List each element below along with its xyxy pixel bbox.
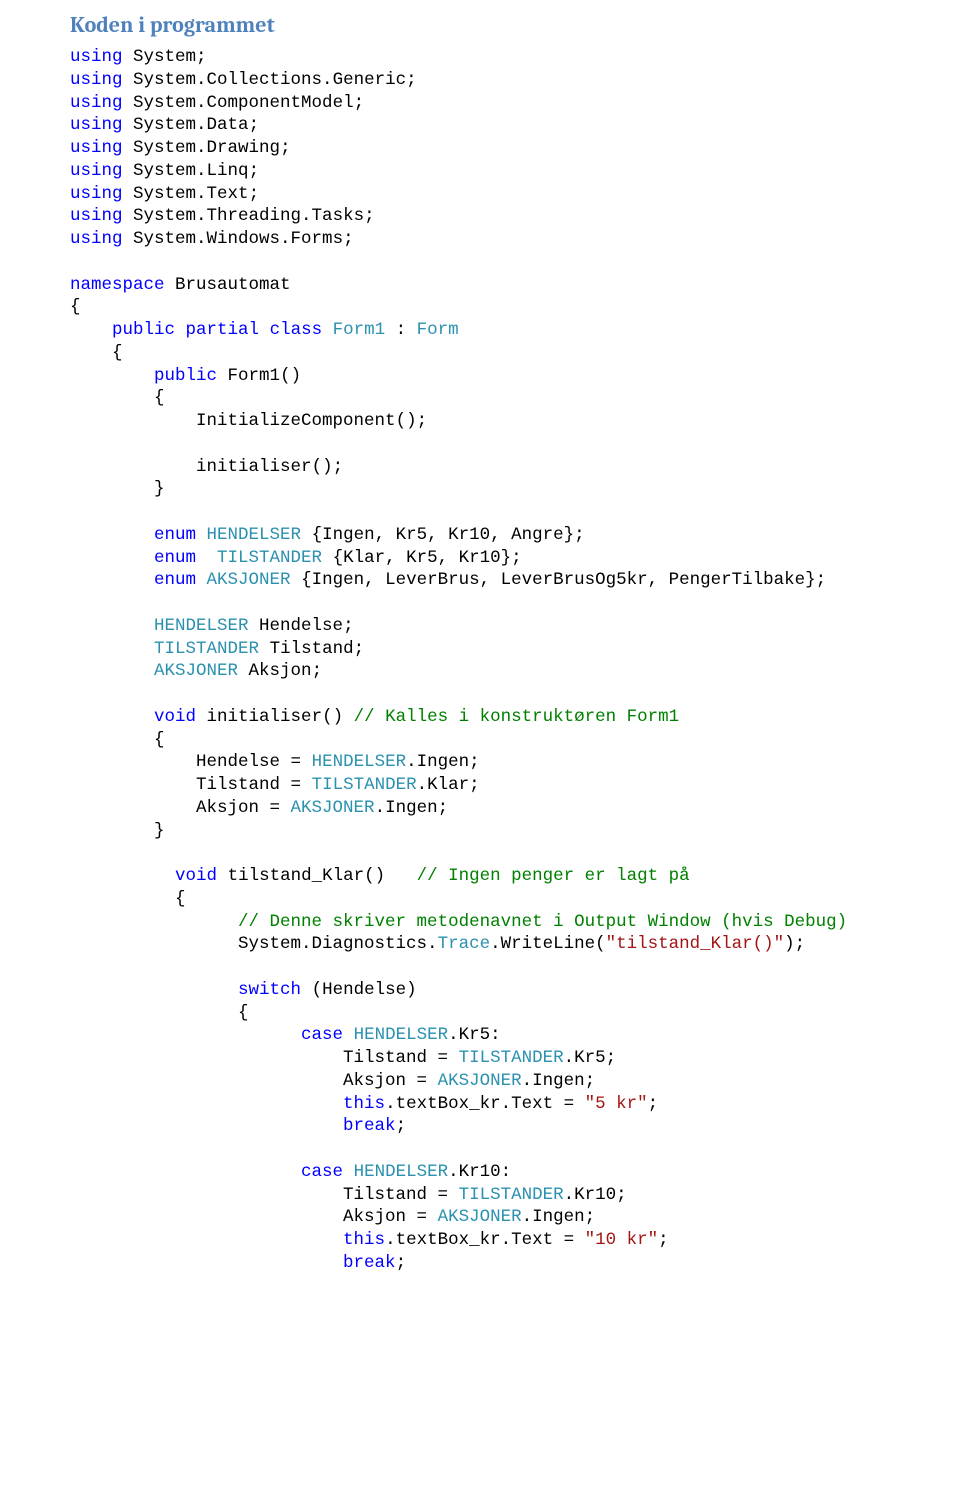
switch-var: (Hendelse) bbox=[312, 980, 417, 1000]
enum-aksjoner-members: {Ingen, LeverBrus, LeverBrusOg5kr, Penge… bbox=[301, 570, 816, 590]
ns6: System.Text bbox=[133, 184, 249, 204]
ns7: System.Threading.Tasks bbox=[133, 206, 364, 226]
kw-enum: enum bbox=[154, 570, 196, 590]
c1l2b: .Ingen; bbox=[522, 1071, 596, 1091]
initialiser-fn: initialiser bbox=[207, 707, 323, 727]
kw-using: using bbox=[70, 115, 123, 135]
c2l1b: .Kr10; bbox=[564, 1185, 627, 1205]
namespace-name: Brusautomat bbox=[175, 275, 291, 295]
ns0: System bbox=[133, 47, 196, 67]
trace-p1: System.Diagnostics. bbox=[238, 934, 438, 954]
base-class: Form bbox=[417, 320, 459, 340]
assign-left: Tilstand = bbox=[196, 775, 312, 795]
c2l2a: Aksjon = bbox=[343, 1207, 438, 1227]
field-name: Aksjon bbox=[249, 661, 312, 681]
enum-hendelser: HENDELSER bbox=[207, 525, 302, 545]
kw-using: using bbox=[70, 93, 123, 113]
kw-using: using bbox=[70, 70, 123, 90]
kw-enum: enum bbox=[154, 548, 196, 568]
comment-debug: // Denne skriver metodenavnet i Output W… bbox=[238, 912, 847, 932]
enum-tilstander: TILSTANDER bbox=[217, 548, 322, 568]
assign-left: Aksjon = bbox=[196, 798, 291, 818]
c2l1a: Tilstand = bbox=[343, 1185, 459, 1205]
initialiser-call: initialiser bbox=[196, 457, 312, 477]
trace-p4: ); bbox=[784, 934, 805, 954]
kw-public: public bbox=[112, 320, 175, 340]
enum-tilstander-members: {Klar, Kr5, Kr10} bbox=[333, 548, 512, 568]
c1l1t: TILSTANDER bbox=[459, 1048, 564, 1068]
kw-namespace: namespace bbox=[70, 275, 165, 295]
field-name: Tilstand bbox=[270, 639, 354, 659]
field-type: AKSJONER bbox=[154, 661, 238, 681]
ns4: System.Drawing bbox=[133, 138, 280, 158]
ctor-name: Form1 bbox=[228, 366, 281, 386]
kw-using: using bbox=[70, 47, 123, 67]
assign-type: TILSTANDER bbox=[312, 775, 417, 795]
case-type: HENDELSER bbox=[354, 1162, 449, 1182]
kw-this: this bbox=[343, 1094, 385, 1114]
c1l2t: AKSJONER bbox=[438, 1071, 522, 1091]
trace-string: "tilstand_Klar()" bbox=[606, 934, 785, 954]
kw-void: void bbox=[175, 866, 217, 886]
field-name: Hendelse bbox=[259, 616, 343, 636]
kw-using: using bbox=[70, 161, 123, 181]
kw-using: using bbox=[70, 138, 123, 158]
c1l3s: "5 kr" bbox=[585, 1094, 648, 1114]
assign-right: .Ingen; bbox=[375, 798, 449, 818]
assign-left: Hendelse = bbox=[196, 752, 312, 772]
kw-enum: enum bbox=[154, 525, 196, 545]
ns3: System.Data bbox=[133, 115, 249, 135]
assign-type: HENDELSER bbox=[312, 752, 407, 772]
field-type: TILSTANDER bbox=[154, 639, 259, 659]
comment-ingen-penger: // Ingen penger er lagt på bbox=[417, 866, 690, 886]
kw-case: case bbox=[301, 1162, 343, 1182]
class-name: Form1 bbox=[333, 320, 386, 340]
kw-case: case bbox=[301, 1025, 343, 1045]
assign-right: .Ingen; bbox=[406, 752, 480, 772]
ns5: System.Linq bbox=[133, 161, 249, 181]
section-heading: Koden i programmet bbox=[70, 12, 890, 38]
tilstand-klar-fn: tilstand_Klar bbox=[228, 866, 365, 886]
enum-hendelser-members: {Ingen, Kr5, Kr10, Angre} bbox=[312, 525, 575, 545]
c1l2a: Aksjon = bbox=[343, 1071, 438, 1091]
kw-break: break bbox=[343, 1253, 396, 1273]
c2l3s: "10 kr" bbox=[585, 1230, 659, 1250]
case-member: .Kr5: bbox=[448, 1025, 501, 1045]
kw-partial: partial bbox=[186, 320, 260, 340]
comment-ctor: // Kalles i konstruktøren Form1 bbox=[354, 707, 680, 727]
init-component: InitializeComponent bbox=[196, 411, 396, 431]
code-block: using System; using System.Collections.G… bbox=[70, 46, 890, 1275]
c1l1b: .Kr5; bbox=[564, 1048, 617, 1068]
enum-aksjoner: AKSJONER bbox=[207, 570, 291, 590]
assign-right: .Klar; bbox=[417, 775, 480, 795]
c2l3a: .textBox_kr.Text = bbox=[385, 1230, 585, 1250]
c1l3a: .textBox_kr.Text = bbox=[385, 1094, 585, 1114]
kw-class: class bbox=[270, 320, 323, 340]
c1l3b: ; bbox=[648, 1094, 659, 1114]
c2l3b: ; bbox=[658, 1230, 669, 1250]
case-type: HENDELSER bbox=[354, 1025, 449, 1045]
kw-public: public bbox=[154, 366, 217, 386]
kw-switch: switch bbox=[238, 980, 301, 1000]
ns1: System.Collections.Generic bbox=[133, 70, 406, 90]
ns8: System.Windows.Forms bbox=[133, 229, 343, 249]
c1l1a: Tilstand = bbox=[343, 1048, 459, 1068]
kw-break: break bbox=[343, 1116, 396, 1136]
trace-class: Trace bbox=[438, 934, 491, 954]
kw-using: using bbox=[70, 229, 123, 249]
kw-using: using bbox=[70, 184, 123, 204]
field-type: HENDELSER bbox=[154, 616, 249, 636]
kw-this: this bbox=[343, 1230, 385, 1250]
case-member: .Kr10: bbox=[448, 1162, 511, 1182]
ns2: System.ComponentModel bbox=[133, 93, 354, 113]
c2l2t: AKSJONER bbox=[438, 1207, 522, 1227]
c2l2b: .Ingen; bbox=[522, 1207, 596, 1227]
trace-p3: .WriteLine( bbox=[490, 934, 606, 954]
kw-void: void bbox=[154, 707, 196, 727]
c2l1t: TILSTANDER bbox=[459, 1185, 564, 1205]
assign-type: AKSJONER bbox=[291, 798, 375, 818]
kw-using: using bbox=[70, 206, 123, 226]
